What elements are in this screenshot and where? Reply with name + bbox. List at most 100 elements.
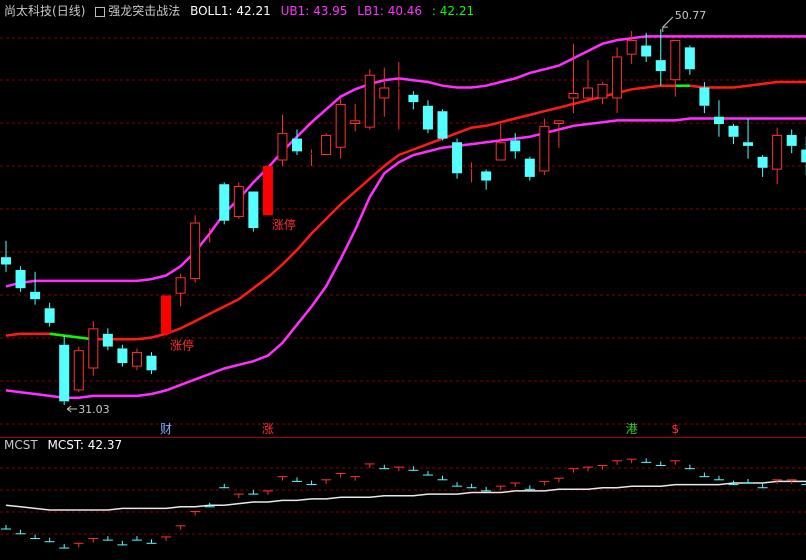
mcst-mark (131, 536, 142, 541)
mcst-mark (321, 479, 332, 484)
candle-body (626, 40, 637, 55)
candle-body (655, 60, 666, 72)
candle-body (73, 350, 84, 391)
mcst-mark (713, 475, 724, 481)
candle-body (641, 45, 652, 57)
candle (612, 47, 623, 114)
mcst-mark (641, 458, 652, 463)
candle (422, 100, 433, 134)
candle (757, 155, 768, 177)
candle-body (437, 111, 448, 139)
event-marker: 港 (626, 422, 638, 436)
candle-body (277, 133, 288, 161)
mcst-mark (612, 460, 623, 465)
candle-body (15, 269, 26, 289)
candle (626, 30, 637, 64)
candle-body (495, 142, 506, 161)
candle (437, 109, 448, 141)
candle-body (131, 352, 142, 367)
candle (553, 120, 564, 148)
candle-body (452, 142, 463, 174)
candlestick-chart[interactable]: 涨停涨停 50.7731.03 财涨港 $ (0, 0, 806, 560)
candle (408, 91, 419, 110)
ub-value: UB1: 43.95 (280, 4, 348, 18)
candle (728, 124, 739, 145)
candle-body (757, 156, 768, 168)
limit-up-label: 涨停 (272, 217, 296, 232)
boll-mid-line (5, 80, 806, 341)
candle-body (379, 87, 390, 99)
candle-body (713, 116, 724, 124)
candle (379, 67, 390, 117)
candle-body (262, 165, 273, 216)
candle (44, 302, 55, 327)
mcst-mark (262, 490, 273, 495)
candle (335, 98, 346, 159)
candle-body (335, 103, 346, 148)
mcst-mark (568, 468, 579, 473)
mcst-mark (102, 536, 113, 541)
candle (524, 156, 535, 181)
candle-body (422, 105, 433, 130)
mcst-mark (510, 482, 521, 487)
candle-body (219, 184, 230, 221)
mcst-mark (466, 483, 477, 489)
mcst-mark (364, 463, 375, 468)
candle (713, 100, 724, 137)
mcst-name[interactable]: MCST (4, 438, 38, 452)
candle (1, 240, 11, 272)
grid-lines (0, 37, 806, 535)
candle (248, 191, 259, 232)
chart-square-icon[interactable] (95, 6, 106, 17)
bollinger-bands (5, 35, 806, 399)
candle-body (30, 291, 41, 300)
mcst-mark (437, 475, 448, 481)
candle (684, 45, 695, 75)
candle-body (743, 142, 754, 146)
candle (88, 321, 99, 376)
candle-body (612, 56, 623, 99)
candle-body (292, 138, 302, 152)
candle-body (597, 83, 608, 99)
candle-body (510, 140, 521, 152)
chart-period[interactable]: (日线) (52, 4, 85, 18)
limit-up-label: 涨停 (170, 338, 194, 353)
mcst-mark (1, 525, 11, 530)
stock-name[interactable]: 尚太科技 (4, 4, 52, 18)
candle-body (728, 125, 739, 137)
boll-value: BOLL1: 42.21 (190, 4, 271, 18)
mcst-mark (292, 477, 302, 482)
candle-body (408, 94, 419, 103)
candle (175, 273, 186, 307)
indicator-name[interactable]: 强龙突击战法 (108, 4, 180, 18)
extra-value: : 42.21 (431, 4, 475, 18)
candle-body (583, 87, 593, 99)
high-price-label: 50.77 (675, 9, 707, 22)
candle (59, 335, 70, 405)
high-pointer (662, 16, 674, 28)
candle-body (699, 87, 710, 106)
candle-body (1, 257, 11, 265)
mcst-header: MCST MCST: 42.37 (4, 436, 128, 454)
candle (219, 182, 230, 225)
annotations: 50.77 31.03 (66, 9, 707, 416)
candle-body (553, 120, 564, 124)
candle (190, 215, 201, 283)
mcst-mark (248, 490, 259, 495)
candle-body (248, 191, 259, 228)
candle (481, 169, 492, 190)
candle (102, 328, 113, 351)
candle-body (88, 328, 99, 369)
candle (233, 182, 244, 219)
mcst-mark (524, 485, 535, 490)
candle: 涨停 (262, 165, 296, 232)
candle-body (146, 355, 157, 371)
mcst-mark (233, 493, 244, 499)
event-markers: 财 涨 港 $ (160, 421, 679, 436)
candle (146, 352, 157, 374)
low-price-label: 31.03 (78, 403, 110, 416)
mcst-mark (219, 483, 230, 489)
mcst-mark (117, 540, 128, 546)
candle-body (568, 92, 579, 99)
candle (670, 40, 681, 97)
